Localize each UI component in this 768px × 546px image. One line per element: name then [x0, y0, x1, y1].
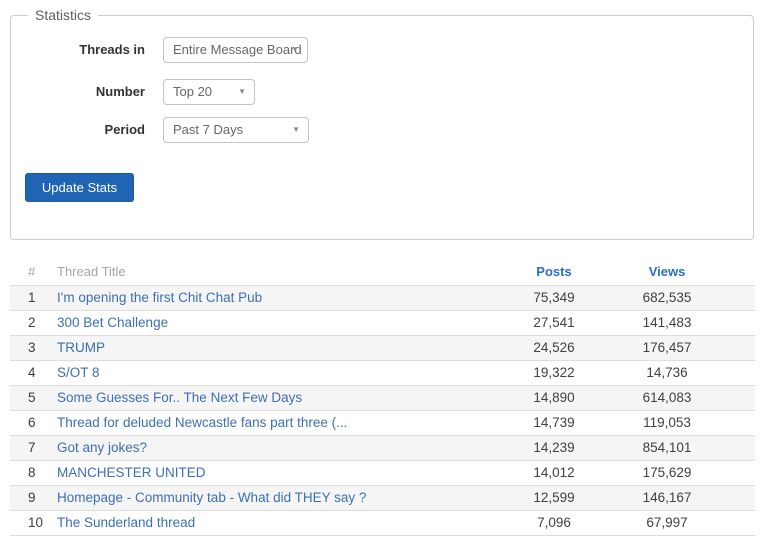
thread-rank: 6 [10, 410, 50, 436]
thread-views-count: 176,457 [618, 335, 716, 361]
row-spacer [716, 285, 755, 311]
row-spacer [716, 385, 755, 411]
thread-rank: 3 [10, 335, 50, 361]
thread-rank: 8 [10, 460, 50, 486]
table-row: 6 Thread for deluded Newcastle fans part… [10, 410, 755, 436]
table-row: 4 S/OT 8 19,322 14,736 [10, 360, 755, 386]
thread-posts-count: 27,541 [490, 310, 618, 336]
thread-rank: 4 [10, 360, 50, 386]
update-stats-button[interactable]: Update Stats [25, 173, 134, 202]
thread-views-count: 119,053 [618, 410, 716, 436]
thread-posts-count: 14,739 [490, 410, 618, 436]
col-header-title: Thread Title [50, 258, 490, 286]
thread-rank: 5 [10, 385, 50, 411]
number-label: Number [95, 84, 145, 99]
threads-in-select[interactable]: Entire Message Board ▼ [163, 37, 308, 63]
col-header-spacer [716, 258, 755, 286]
threads-in-selected-value: Entire Message Board [173, 42, 302, 57]
row-spacer [716, 510, 755, 536]
thread-rank: 7 [10, 435, 50, 461]
thread-posts-count: 14,012 [490, 460, 618, 486]
table-row: 2 300 Bet Challenge 27,541 141,483 [10, 310, 755, 336]
thread-title-link[interactable]: Got any jokes? [57, 440, 147, 455]
thread-title-link[interactable]: Thread for deluded Newcastle fans part t… [57, 415, 347, 430]
thread-views-count: 67,997 [618, 510, 716, 536]
table-row: 1 I'm opening the first Chit Chat Pub 75… [10, 285, 755, 311]
thread-rank: 1 [10, 285, 50, 311]
table-header-row: # Thread Title Posts Views [10, 258, 755, 286]
row-spacer [716, 460, 755, 486]
thread-views-count: 146,167 [618, 485, 716, 511]
table-row: 5 Some Guesses For.. The Next Few Days 1… [10, 385, 755, 411]
thread-title-link[interactable]: I'm opening the first Chit Chat Pub [57, 290, 262, 305]
thread-rank: 9 [10, 485, 50, 511]
thread-views-count: 614,083 [618, 385, 716, 411]
thread-title-link[interactable]: TRUMP [57, 340, 105, 355]
row-spacer [716, 485, 755, 511]
thread-posts-count: 19,322 [490, 360, 618, 386]
row-spacer [716, 360, 755, 386]
period-label: Period [104, 122, 145, 137]
period-selected-value: Past 7 Days [173, 122, 244, 137]
thread-views-count: 14,736 [618, 360, 716, 386]
table-row: 10 The Sunderland thread 7,096 67,997 [10, 510, 755, 536]
thread-title-link[interactable]: Homepage - Community tab - What did THEY… [57, 490, 366, 505]
thread-title-link[interactable]: 300 Bet Challenge [57, 315, 168, 330]
thread-posts-count: 75,349 [490, 285, 618, 311]
number-select[interactable]: Top 20 ▼ [163, 79, 255, 105]
table-row: 9 Homepage - Community tab - What did TH… [10, 485, 755, 511]
period-select[interactable]: Past 7 Days ▼ [163, 117, 309, 143]
thread-posts-count: 24,526 [490, 335, 618, 361]
col-header-rank: # [10, 258, 50, 286]
table-row: 7 Got any jokes? 14,239 854,101 [10, 435, 755, 461]
chevron-down-icon: ▼ [292, 125, 300, 134]
thread-title-link[interactable]: Some Guesses For.. The Next Few Days [57, 390, 302, 405]
statistics-page: Statistics Threads in Entire Message Boa… [0, 0, 768, 546]
thread-posts-count: 12,599 [490, 485, 618, 511]
row-spacer [716, 310, 755, 336]
table-row: 3 TRUMP 24,526 176,457 [10, 335, 755, 361]
row-spacer [716, 435, 755, 461]
thread-rank: 10 [10, 510, 50, 536]
thread-posts-count: 14,890 [490, 385, 618, 411]
thread-views-count: 175,629 [618, 460, 716, 486]
thread-rank: 2 [10, 310, 50, 336]
thread-title-link[interactable]: S/OT 8 [57, 365, 100, 380]
row-spacer [716, 410, 755, 436]
col-header-posts[interactable]: Posts [490, 258, 618, 286]
thread-stats-table: # Thread Title Posts Views 1 I'm opening… [10, 258, 755, 536]
chevron-down-icon: ▼ [238, 87, 246, 96]
col-header-views[interactable]: Views [618, 258, 716, 286]
thread-posts-count: 14,239 [490, 435, 618, 461]
thread-views-count: 854,101 [618, 435, 716, 461]
thread-views-count: 141,483 [618, 310, 716, 336]
chevron-down-icon: ▼ [291, 45, 299, 54]
thread-posts-count: 7,096 [490, 510, 618, 536]
row-spacer [716, 335, 755, 361]
number-selected-value: Top 20 [173, 84, 213, 99]
thread-title-link[interactable]: The Sunderland thread [57, 515, 195, 530]
thread-title-link[interactable]: MANCHESTER UNITED [57, 465, 206, 480]
thread-views-count: 682,535 [618, 285, 716, 311]
panel-legend: Statistics [28, 7, 99, 23]
threads-in-label: Threads in [79, 42, 145, 57]
table-row: 8 MANCHESTER UNITED 14,012 175,629 [10, 460, 755, 486]
